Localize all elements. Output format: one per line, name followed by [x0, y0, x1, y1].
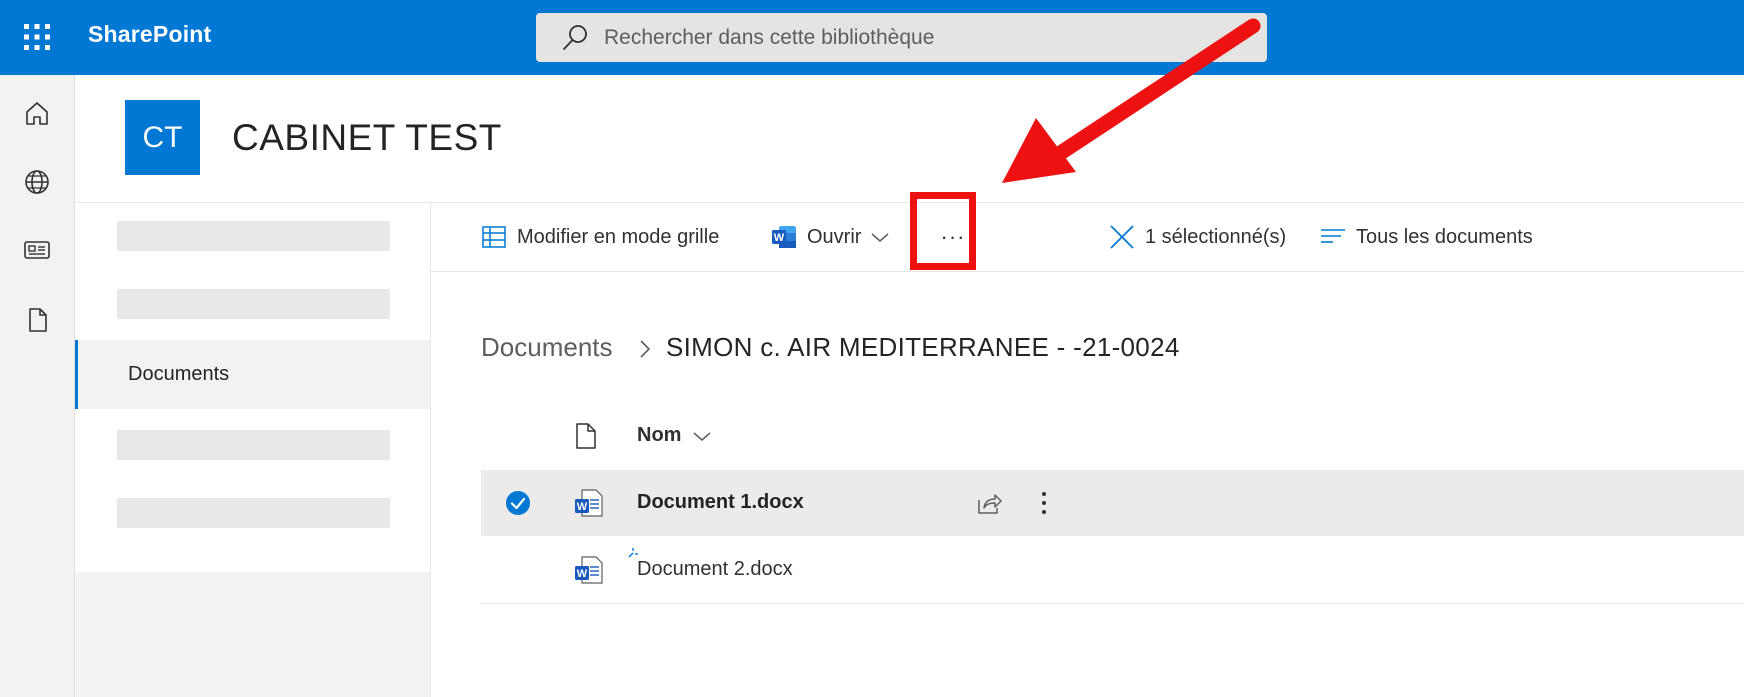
suite-header: SharePoint	[0, 0, 1744, 75]
site-logo[interactable]: CT	[125, 100, 200, 175]
open-label: Ouvrir	[807, 225, 862, 248]
divider	[430, 202, 431, 697]
word-icon: W	[575, 556, 603, 584]
file-name[interactable]: Document 2.docx	[637, 558, 793, 581]
nav-placeholder	[117, 221, 390, 251]
clear-selection-button[interactable]: 1 sélectionné(s)	[1109, 203, 1286, 271]
list-row[interactable]: W Document 2.docx	[481, 537, 1744, 604]
list-row[interactable]: W Document 1.docx	[481, 470, 1744, 536]
nav-item-documents[interactable]: Documents	[75, 340, 430, 409]
more-vertical-icon[interactable]	[1034, 488, 1054, 518]
grid-icon	[482, 226, 506, 248]
open-button[interactable]: W Ouvrir	[771, 203, 893, 271]
word-icon: W	[772, 226, 796, 248]
nav-item-label: Documents	[128, 363, 230, 385]
app-rail	[0, 75, 75, 697]
share-icon[interactable]	[976, 490, 1002, 516]
search-icon	[563, 25, 587, 50]
globe-icon[interactable]	[19, 164, 55, 200]
svg-text:W: W	[774, 232, 785, 244]
home-icon[interactable]	[19, 95, 55, 131]
selection-count: 1 sélectionné(s)	[1145, 225, 1287, 248]
left-navigation-footer	[75, 572, 430, 697]
view-switcher[interactable]: Tous les documents	[1320, 203, 1533, 271]
view-label: Tous les documents	[1356, 225, 1533, 248]
close-icon	[1110, 225, 1134, 249]
search-input[interactable]	[604, 13, 1244, 62]
list-header: Nom	[481, 406, 1744, 466]
command-bar: Modifier en mode grille W Ouvrir ··· 1 s…	[431, 202, 1744, 272]
svg-text:W: W	[577, 501, 588, 513]
breadcrumb-root[interactable]: Documents	[481, 332, 613, 363]
app-name[interactable]: SharePoint	[88, 21, 211, 48]
nav-placeholder	[117, 498, 390, 528]
edit-grid-button[interactable]: Modifier en mode grille	[481, 203, 719, 271]
column-header-label: Nom	[637, 424, 682, 446]
site-title[interactable]: CABINET TEST	[232, 117, 502, 159]
nav-placeholder	[117, 289, 390, 319]
list-view-icon	[1321, 229, 1345, 243]
nav-placeholder	[117, 430, 390, 460]
file-icon[interactable]	[19, 302, 55, 338]
annotation-highlight-box	[910, 192, 976, 270]
chevron-down-icon	[871, 233, 889, 242]
chevron-right-icon	[640, 340, 651, 358]
column-header-name[interactable]: Nom	[637, 424, 713, 447]
file-type-icon[interactable]	[574, 422, 598, 450]
news-icon[interactable]	[19, 232, 55, 268]
svg-text:W: W	[577, 568, 588, 580]
breadcrumb-current-folder: SIMON c. AIR MEDITERRANEE - -21-0024	[666, 332, 1180, 362]
word-icon: W	[575, 489, 603, 517]
chevron-down-icon	[693, 431, 711, 441]
checkmark-icon[interactable]	[505, 490, 531, 516]
file-name[interactable]: Document 1.docx	[637, 491, 804, 514]
edit-grid-label: Modifier en mode grille	[517, 225, 720, 248]
active-indicator	[75, 340, 78, 409]
search-box[interactable]	[536, 13, 1267, 62]
app-launcher-icon[interactable]	[23, 23, 51, 51]
